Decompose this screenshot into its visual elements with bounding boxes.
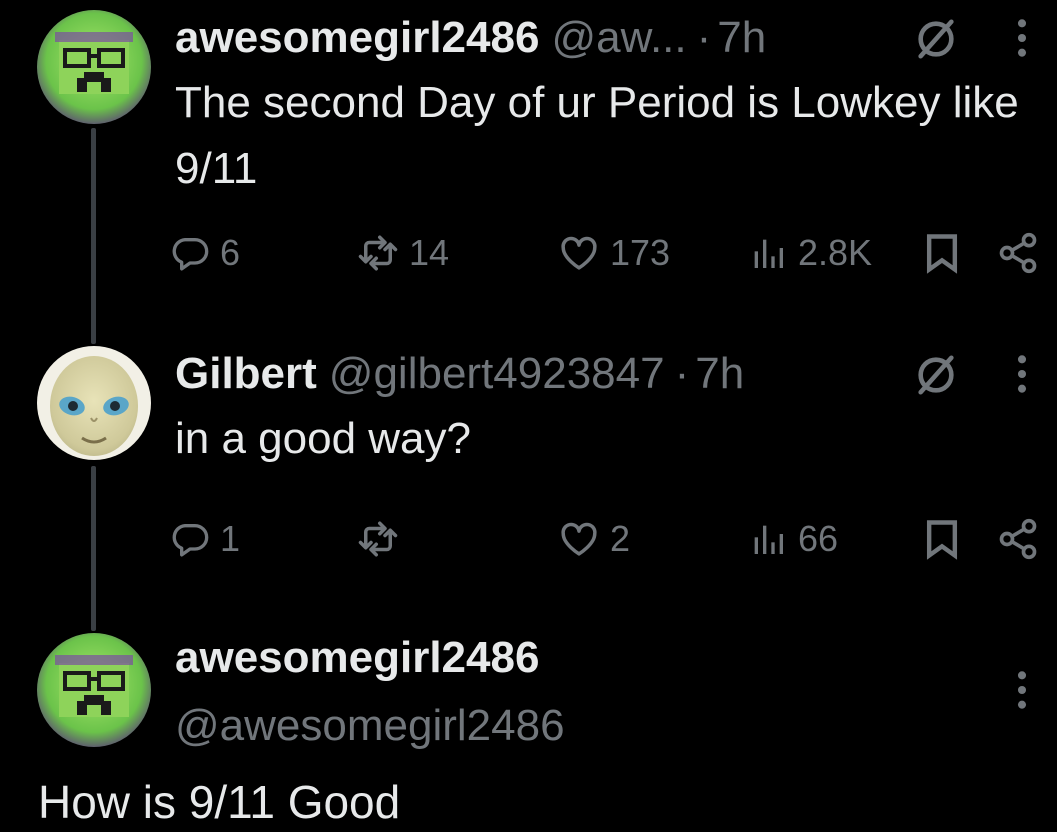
avatar[interactable] bbox=[37, 10, 151, 124]
separator-dot: · bbox=[696, 13, 712, 62]
reply-handle-row: @awesomegirl2486 bbox=[175, 696, 565, 756]
bookmark-button[interactable] bbox=[920, 514, 964, 564]
share-button[interactable] bbox=[996, 228, 1040, 278]
tweet-actions: 1 2 66 bbox=[170, 514, 1050, 564]
bookmark-button[interactable] bbox=[920, 228, 964, 278]
heart-icon bbox=[558, 232, 600, 274]
bar-chart-icon bbox=[748, 233, 788, 273]
speech-bubble-icon bbox=[170, 233, 210, 273]
heart-icon bbox=[558, 518, 600, 560]
separator-dot: · bbox=[674, 349, 690, 398]
repost-arrows-icon bbox=[357, 232, 399, 274]
tweet-text: The second Day of ur Period is Lowkey li… bbox=[175, 78, 1019, 193]
avatar[interactable] bbox=[37, 633, 151, 747]
share-button[interactable] bbox=[996, 514, 1040, 564]
user-handle[interactable]: @aw... bbox=[551, 8, 686, 68]
tweet-actions: 6 14 173 2.8K bbox=[170, 228, 1050, 278]
reply-button[interactable]: 1 bbox=[170, 514, 240, 564]
user-handle[interactable]: @awesomegirl2486 bbox=[175, 696, 565, 756]
user-handle[interactable]: @gilbert4923847 bbox=[329, 344, 665, 404]
vertical-dots-icon[interactable] bbox=[1012, 352, 1032, 396]
share-icon bbox=[996, 231, 1040, 275]
like-count: 2 bbox=[610, 518, 631, 559]
reply-count: 6 bbox=[220, 232, 241, 273]
display-name[interactable]: awesomegirl2486 bbox=[175, 628, 539, 688]
slashed-circle-icon[interactable] bbox=[913, 352, 959, 398]
timestamp[interactable]: 7h bbox=[717, 8, 766, 68]
speech-bubble-icon bbox=[170, 519, 210, 559]
view-count: 2.8K bbox=[798, 232, 873, 273]
like-count: 173 bbox=[610, 232, 671, 273]
bookmark-icon bbox=[920, 231, 964, 275]
tweet-header: awesomegirl2486 @aw... · 7h bbox=[175, 8, 766, 68]
avatar[interactable] bbox=[37, 346, 151, 460]
timestamp[interactable]: 7h bbox=[695, 344, 744, 404]
like-button[interactable]: 173 bbox=[558, 228, 670, 278]
vertical-dots-icon[interactable] bbox=[1012, 668, 1032, 712]
views-button[interactable]: 2.8K bbox=[748, 228, 872, 278]
thread-line bbox=[91, 466, 96, 631]
vertical-dots-icon[interactable] bbox=[1012, 16, 1032, 60]
views-button[interactable]: 66 bbox=[748, 514, 838, 564]
reply-count: 1 bbox=[220, 518, 241, 559]
tweet-header: Gilbert @gilbert4923847 · 7h bbox=[175, 344, 744, 404]
reply-text: How is 9/11 Good bbox=[38, 776, 401, 828]
reply-button[interactable]: 6 bbox=[170, 228, 240, 278]
display-name[interactable]: Gilbert bbox=[175, 344, 317, 404]
like-button[interactable]: 2 bbox=[558, 514, 630, 564]
reply-display-name-row: awesomegirl2486 bbox=[175, 628, 539, 688]
thread-line bbox=[91, 128, 96, 344]
view-count: 66 bbox=[798, 518, 839, 559]
tweet-text: in a good way? bbox=[175, 414, 471, 463]
repost-button[interactable]: 14 bbox=[357, 228, 449, 278]
bar-chart-icon bbox=[748, 519, 788, 559]
slashed-circle-icon[interactable] bbox=[913, 16, 959, 62]
repost-count: 14 bbox=[409, 232, 450, 273]
repost-arrows-icon bbox=[357, 518, 399, 560]
display-name[interactable]: awesomegirl2486 bbox=[175, 8, 539, 68]
share-icon bbox=[996, 517, 1040, 561]
bookmark-icon bbox=[920, 517, 964, 561]
repost-button[interactable] bbox=[357, 514, 409, 564]
